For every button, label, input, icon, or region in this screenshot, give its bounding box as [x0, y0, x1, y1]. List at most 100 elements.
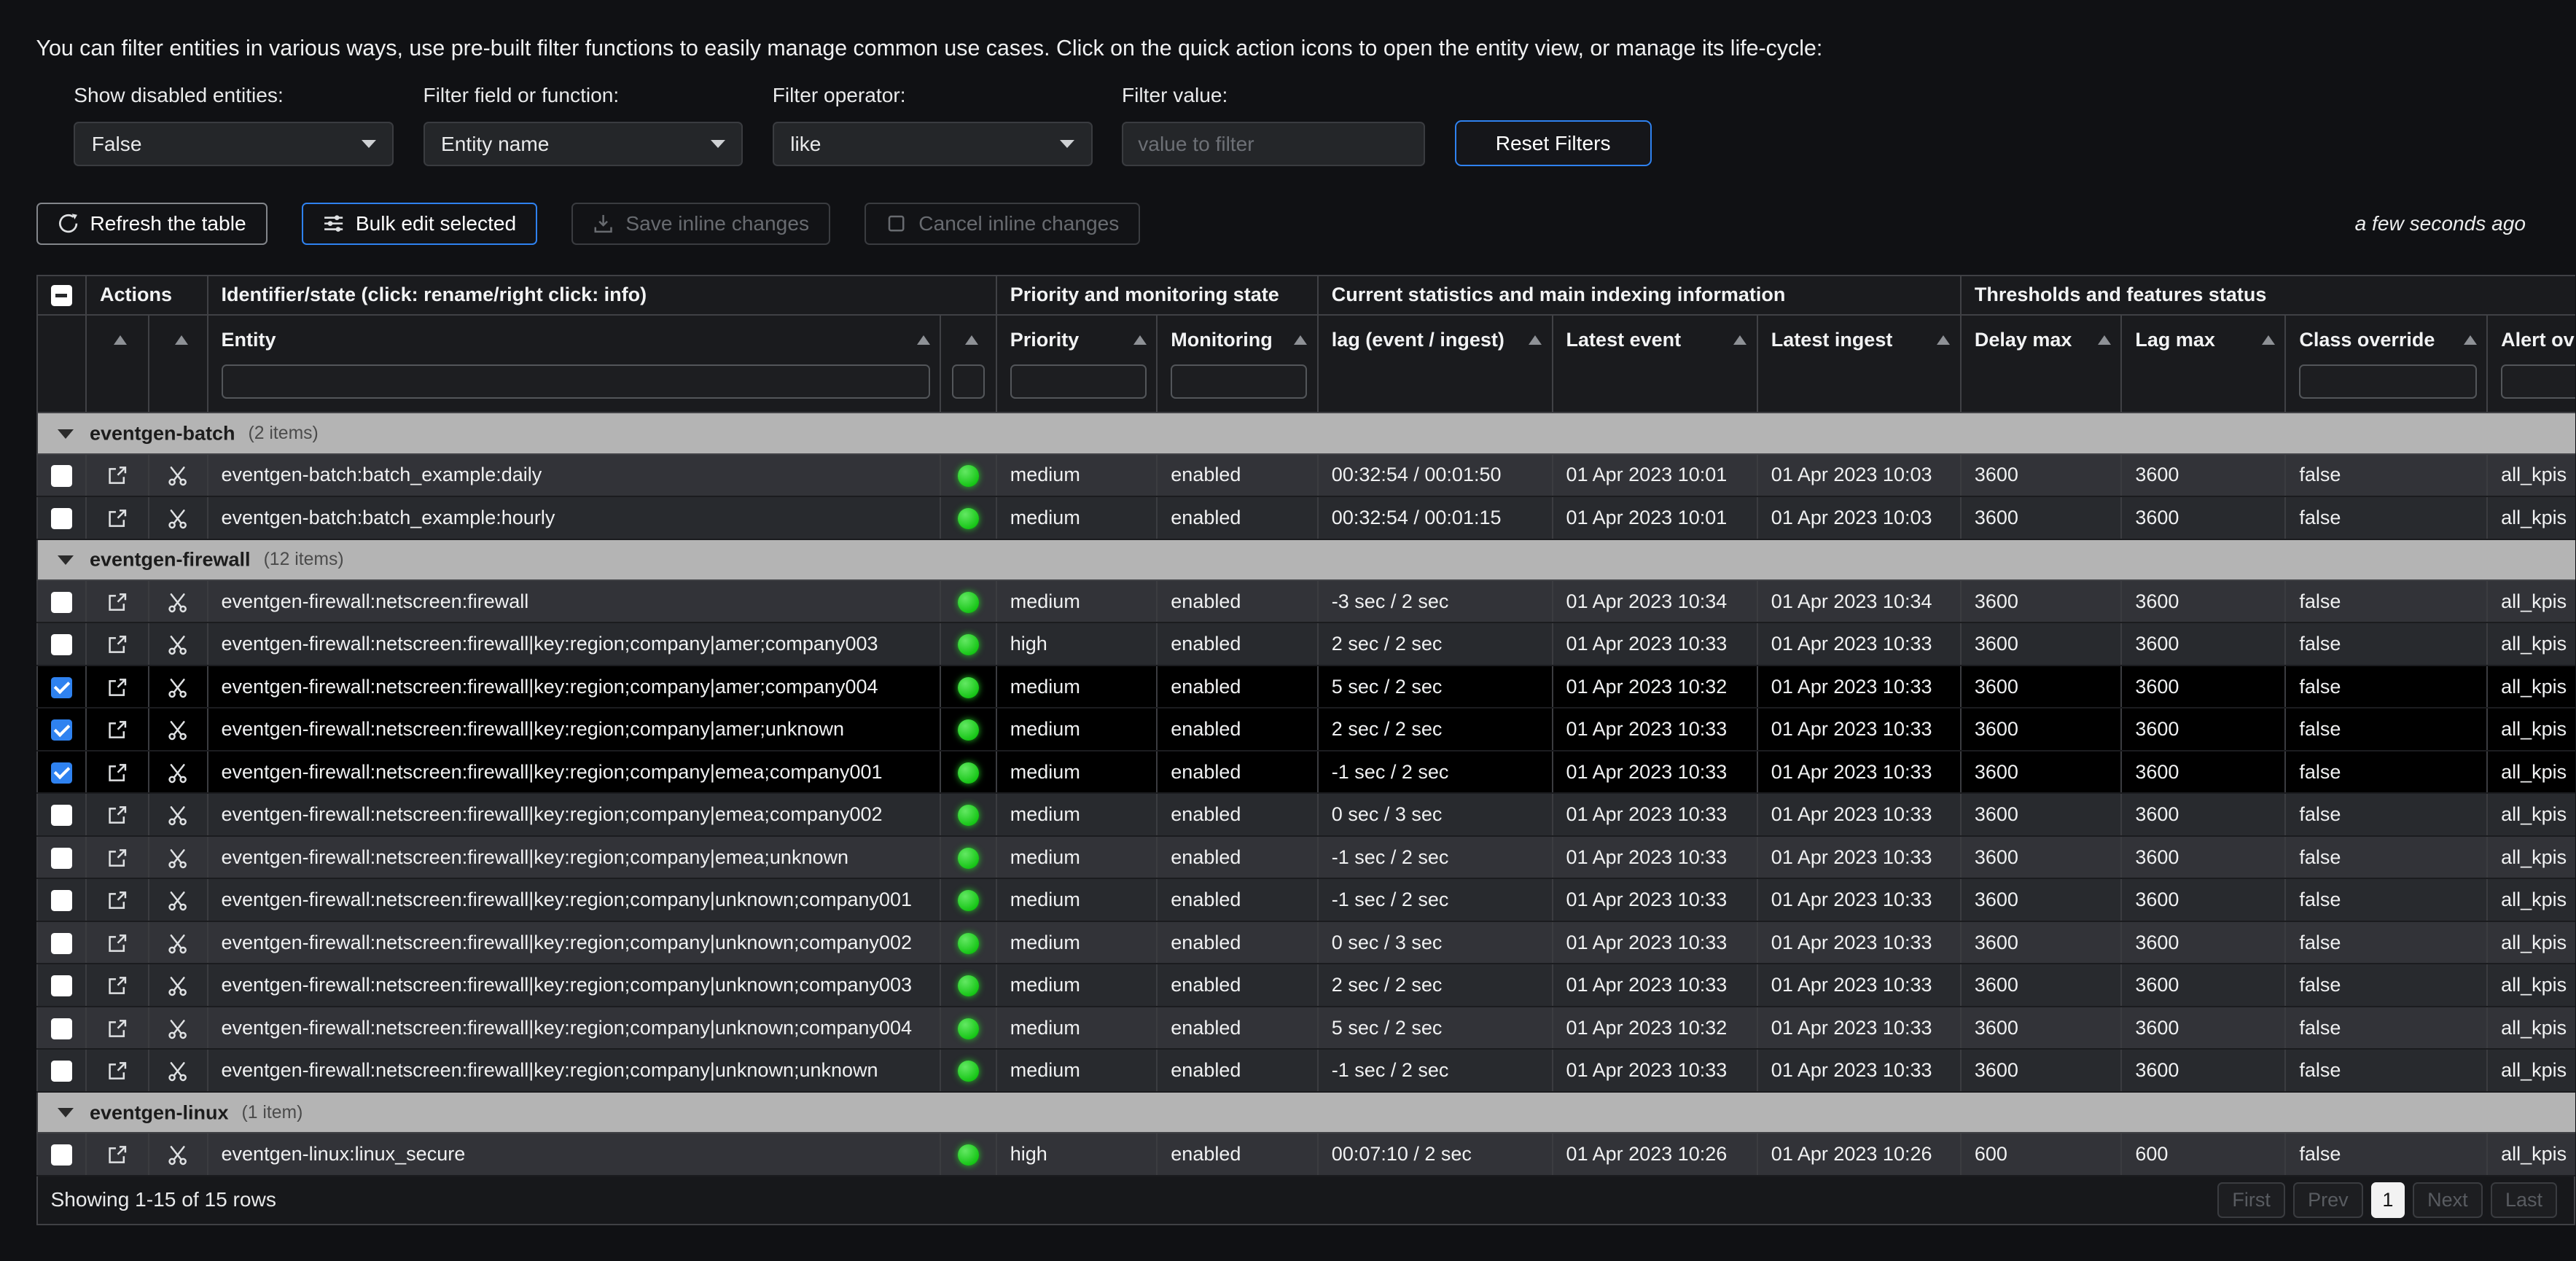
col-header-action-open[interactable] [86, 315, 149, 413]
lifecycle-icon[interactable] [167, 634, 188, 655]
sort-icon[interactable] [1294, 335, 1307, 345]
refresh-table-button[interactable]: Refresh the table [36, 203, 268, 246]
lifecycle-icon[interactable] [167, 1061, 188, 1082]
lifecycle-icon[interactable] [167, 848, 188, 869]
sort-icon[interactable] [1133, 335, 1147, 345]
open-entity-icon[interactable] [106, 1144, 128, 1166]
lifecycle-icon[interactable] [167, 1018, 188, 1039]
entity-cell[interactable]: eventgen-firewall:netscreen:firewall|key… [208, 836, 941, 879]
page-last-button[interactable]: Last [2491, 1182, 2557, 1219]
row-checkbox[interactable] [51, 1061, 72, 1082]
group-header-cell[interactable]: eventgen-linux(1 item) [37, 1092, 2575, 1133]
cancel-inline-button[interactable]: Cancel inline changes [864, 203, 1140, 246]
row-checkbox[interactable] [51, 508, 72, 529]
monitoring-filter-input[interactable] [1171, 364, 1307, 399]
bulk-edit-button[interactable]: Bulk edit selected [302, 203, 537, 246]
entity-cell[interactable]: eventgen-firewall:netscreen:firewall [208, 580, 941, 623]
open-entity-icon[interactable] [106, 1061, 128, 1082]
open-entity-icon[interactable] [106, 1018, 128, 1039]
collapse-group-icon[interactable] [58, 555, 74, 565]
open-entity-icon[interactable] [106, 890, 128, 911]
alert-override-filter-input[interactable] [2501, 364, 2575, 399]
row-checkbox[interactable] [51, 890, 72, 911]
open-entity-icon[interactable] [106, 465, 128, 486]
page-prev-button[interactable]: Prev [2293, 1182, 2363, 1219]
collapse-all-button[interactable] [51, 285, 72, 306]
sort-icon[interactable] [1937, 335, 1950, 345]
sort-icon[interactable] [114, 335, 127, 345]
col-header-latest-event[interactable]: Latest event [1553, 315, 1757, 413]
row-checkbox[interactable] [51, 592, 72, 613]
open-entity-icon[interactable] [106, 933, 128, 954]
open-entity-icon[interactable] [106, 975, 128, 996]
entity-cell[interactable]: eventgen-linux:linux_secure [208, 1133, 941, 1176]
entity-cell[interactable]: eventgen-firewall:netscreen:firewall|key… [208, 665, 941, 708]
entity-cell[interactable]: eventgen-firewall:netscreen:firewall|key… [208, 1049, 941, 1092]
row-checkbox[interactable] [51, 719, 72, 741]
open-entity-icon[interactable] [106, 805, 128, 826]
priority-filter-input[interactable] [1010, 364, 1147, 399]
lifecycle-icon[interactable] [167, 677, 188, 698]
lifecycle-icon[interactable] [167, 890, 188, 911]
entity-cell[interactable]: eventgen-firewall:netscreen:firewall|key… [208, 793, 941, 836]
group-header-cell[interactable]: eventgen-batch(2 items) [37, 413, 2575, 453]
entity-cell[interactable]: eventgen-batch:batch_example:daily [208, 454, 941, 497]
save-inline-button[interactable]: Save inline changes [571, 203, 830, 246]
col-header-delay-max[interactable]: Delay max [1961, 315, 2122, 413]
col-header-class-override[interactable]: Class override [2285, 315, 2487, 413]
entity-filter-input[interactable] [222, 364, 930, 399]
entity-cell[interactable]: eventgen-firewall:netscreen:firewall|key… [208, 878, 941, 921]
col-header-alert-override[interactable]: Alert ov [2487, 315, 2575, 413]
row-checkbox[interactable] [51, 634, 72, 655]
sort-icon[interactable] [965, 335, 978, 345]
entity-cell[interactable]: eventgen-firewall:netscreen:firewall|key… [208, 622, 941, 665]
col-header-action-lifecycle[interactable] [149, 315, 208, 413]
lifecycle-icon[interactable] [167, 1144, 188, 1166]
col-header-priority[interactable]: Priority [996, 315, 1158, 413]
lifecycle-icon[interactable] [167, 805, 188, 826]
lifecycle-icon[interactable] [167, 465, 188, 486]
open-entity-icon[interactable] [106, 592, 128, 613]
sort-icon[interactable] [2098, 335, 2111, 345]
row-checkbox[interactable] [51, 1144, 72, 1166]
entity-cell[interactable]: eventgen-firewall:netscreen:firewall|key… [208, 964, 941, 1007]
sort-icon[interactable] [2262, 335, 2275, 345]
open-entity-icon[interactable] [106, 508, 128, 529]
page-1-button[interactable]: 1 [2371, 1182, 2405, 1219]
filter-field-select[interactable]: Entity name [424, 122, 743, 166]
group-header-cell[interactable]: eventgen-firewall(12 items) [37, 539, 2575, 580]
filter-value-input[interactable] [1122, 122, 1425, 166]
col-header-lag-max[interactable]: Lag max [2121, 315, 2285, 413]
lifecycle-icon[interactable] [167, 719, 188, 741]
row-checkbox[interactable] [51, 1018, 72, 1039]
state-filter-input[interactable] [952, 364, 985, 399]
col-header-lag[interactable]: lag (event / ingest) [1318, 315, 1553, 413]
col-header-monitoring[interactable]: Monitoring [1157, 315, 1318, 413]
entity-cell[interactable]: eventgen-firewall:netscreen:firewall|key… [208, 921, 941, 964]
row-checkbox[interactable] [51, 465, 72, 486]
open-entity-icon[interactable] [106, 762, 128, 784]
show-disabled-select[interactable]: False [74, 122, 394, 166]
filter-operator-select[interactable]: like [773, 122, 1093, 166]
sort-icon[interactable] [1733, 335, 1746, 345]
page-next-button[interactable]: Next [2413, 1182, 2483, 1219]
lifecycle-icon[interactable] [167, 508, 188, 529]
entity-cell[interactable]: eventgen-firewall:netscreen:firewall|key… [208, 751, 941, 794]
row-checkbox[interactable] [51, 677, 72, 698]
entity-cell[interactable]: eventgen-firewall:netscreen:firewall|key… [208, 1007, 941, 1050]
lifecycle-icon[interactable] [167, 975, 188, 996]
open-entity-icon[interactable] [106, 848, 128, 869]
collapse-group-icon[interactable] [58, 1108, 74, 1117]
row-checkbox[interactable] [51, 975, 72, 996]
col-header-state[interactable] [940, 315, 996, 413]
sort-icon[interactable] [175, 335, 188, 345]
open-entity-icon[interactable] [106, 719, 128, 741]
lifecycle-icon[interactable] [167, 933, 188, 954]
entity-cell[interactable]: eventgen-firewall:netscreen:firewall|key… [208, 708, 941, 751]
class-override-filter-input[interactable] [2299, 364, 2476, 399]
row-checkbox[interactable] [51, 805, 72, 826]
row-checkbox[interactable] [51, 933, 72, 954]
col-header-latest-ingest[interactable]: Latest ingest [1757, 315, 1961, 413]
lifecycle-icon[interactable] [167, 592, 188, 613]
collapse-group-icon[interactable] [58, 429, 74, 439]
